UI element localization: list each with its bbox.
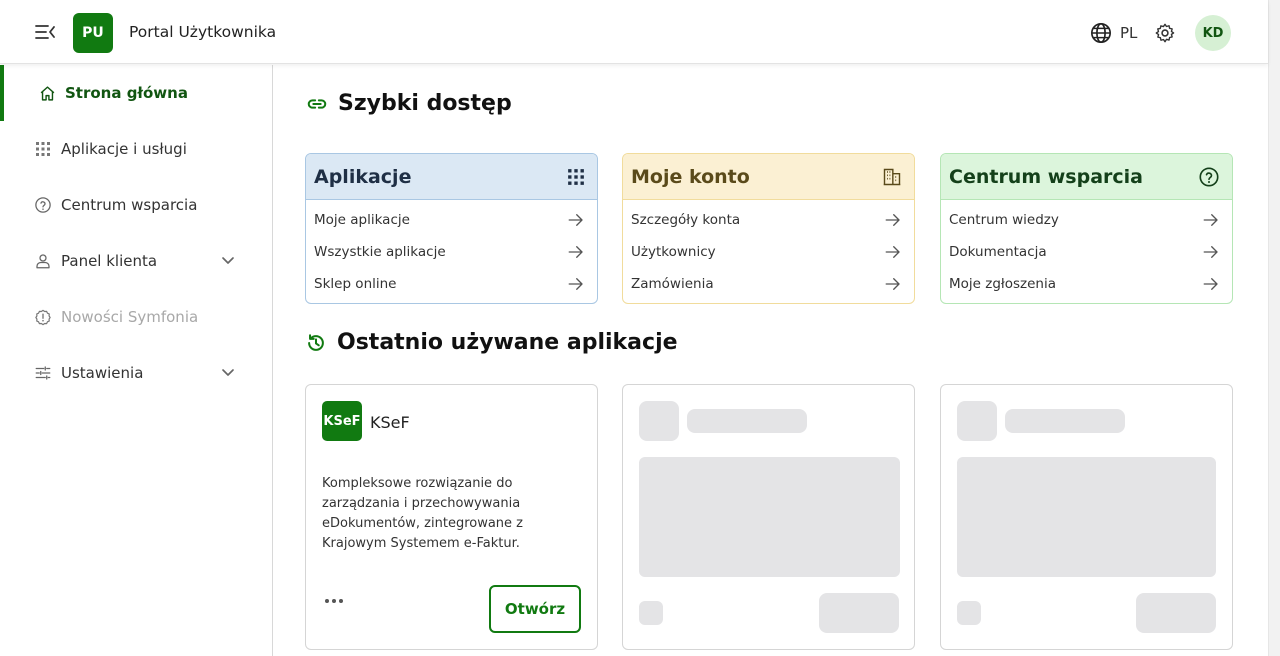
skeleton-menu (639, 601, 663, 625)
arrow-right-icon (1203, 214, 1218, 226)
top-bar: PU Portal Użytkownika PL KD (0, 0, 1268, 64)
arrow-right-icon (568, 214, 583, 226)
language-selector[interactable]: PL (1090, 22, 1137, 44)
sliders-icon (34, 364, 52, 382)
app-card-skeleton (622, 384, 915, 650)
quick-link-my-apps[interactable]: Moje aplikacje (306, 204, 597, 236)
quick-link-label: Dokumentacja (949, 244, 1047, 260)
user-avatar[interactable]: KD (1195, 15, 1231, 51)
quick-card-title: Centrum wsparcia (949, 165, 1143, 188)
sidebar-item-home[interactable]: Strona główna (0, 65, 272, 121)
language-label: PL (1120, 24, 1138, 42)
sidebar-item-label: Ustawienia (61, 364, 144, 382)
app-card-ksef: KSeF KSeF Kompleksowe rozwiązanie do zar… (305, 384, 598, 650)
sidebar-item-label: Aplikacje i usługi (61, 140, 187, 158)
sidebar-item-news[interactable]: Nowości Symfonia (0, 289, 272, 345)
sidebar-item-client-panel[interactable]: Panel klienta (0, 233, 272, 289)
help-circle-icon (1199, 166, 1219, 187)
link-icon (307, 98, 327, 109)
arrow-right-icon (1203, 278, 1218, 290)
user-icon (34, 252, 52, 270)
section-title: Ostatnio używane aplikacje (337, 330, 678, 355)
sidebar-item-label: Panel klienta (61, 252, 158, 270)
chevron-down-icon[interactable] (220, 364, 236, 380)
skeleton-button (819, 593, 899, 633)
sidebar-item-support[interactable]: Centrum wsparcia (0, 177, 272, 233)
recent-apps-heading: Ostatnio używane aplikacje (305, 330, 678, 355)
quick-link-label: Moje aplikacje (314, 212, 410, 228)
quick-link-orders[interactable]: Zamówienia (623, 268, 914, 300)
grid-icon (34, 140, 52, 158)
help-circle-icon (34, 196, 52, 214)
quick-link-label: Szczegóły konta (631, 212, 741, 228)
sidebar-item-settings[interactable]: Ustawienia (0, 345, 272, 401)
arrow-right-icon (885, 246, 900, 258)
quick-card-header: Moje konto (623, 154, 914, 200)
skeleton-title (687, 409, 807, 433)
quick-link-all-apps[interactable]: Wszystkie aplikacje (306, 236, 597, 268)
quick-link-label: Sklep online (314, 276, 397, 292)
sidebar-item-label: Centrum wsparcia (61, 196, 198, 214)
quick-link-my-tickets[interactable]: Moje zgłoszenia (941, 268, 1232, 300)
history-icon (308, 333, 324, 351)
arrow-right-icon (885, 214, 900, 226)
arrow-right-icon (568, 246, 583, 258)
quick-card-title: Moje konto (631, 165, 750, 188)
open-app-button[interactable]: Otwórz (489, 585, 581, 633)
arrow-right-icon (1203, 246, 1218, 258)
quick-link-documentation[interactable]: Dokumentacja (941, 236, 1232, 268)
quick-link-label: Wszystkie aplikacje (314, 244, 446, 260)
section-title: Szybki dostęp (338, 91, 512, 116)
skeleton-description (957, 457, 1216, 577)
skeleton-description (639, 457, 900, 577)
quick-card-account: Moje konto Szczegóły konta Użytkownicy Z… (622, 153, 915, 304)
building-icon (883, 168, 901, 185)
quick-link-knowledge-base[interactable]: Centrum wiedzy (941, 204, 1232, 236)
quick-card-header: Centrum wsparcia (941, 154, 1232, 200)
app-logo: KSeF (322, 401, 362, 441)
grid-icon (568, 168, 584, 185)
quick-link-label: Zamówienia (631, 276, 714, 292)
sidebar-item-label: Strona główna (65, 84, 188, 102)
quick-card-apps: Aplikacje Moje aplikacje Wszystkie aplik… (305, 153, 598, 304)
arrow-right-icon (568, 278, 583, 290)
quick-link-online-shop[interactable]: Sklep online (306, 268, 597, 300)
globe-icon (1091, 23, 1111, 43)
chevron-down-icon[interactable] (220, 252, 236, 268)
sidebar-item-apps[interactable]: Aplikacje i usługi (0, 121, 272, 177)
app-name: KSeF (370, 413, 410, 432)
app-card-skeleton (940, 384, 1233, 650)
app-description: Kompleksowe rozwiązanie do zarządzania i… (322, 476, 524, 551)
arrow-right-icon (885, 278, 900, 290)
skeleton-button (1136, 593, 1216, 633)
quick-link-users[interactable]: Użytkownicy (623, 236, 914, 268)
skeleton-logo (957, 401, 997, 441)
home-icon (38, 84, 56, 102)
more-options-icon[interactable] (324, 597, 344, 605)
sidebar-item-label: Nowości Symfonia (61, 308, 199, 326)
quick-link-account-details[interactable]: Szczegóły konta (623, 204, 914, 236)
sidebar: Strona główna Aplikacje i usługi Centrum… (0, 65, 273, 656)
quick-card-title: Aplikacje (314, 165, 412, 188)
quick-card-header: Aplikacje (306, 154, 597, 200)
gear-icon[interactable] (1154, 22, 1176, 44)
quick-link-label: Centrum wiedzy (949, 212, 1059, 228)
skeleton-title (1005, 409, 1125, 433)
quick-link-label: Moje zgłoszenia (949, 276, 1057, 292)
menu-collapse-icon[interactable] (34, 22, 56, 42)
skeleton-logo (639, 401, 679, 441)
skeleton-menu (957, 601, 981, 625)
quick-link-label: Użytkownicy (631, 244, 716, 260)
quick-access-heading: Szybki dostęp (306, 91, 512, 116)
quick-card-support: Centrum wsparcia Centrum wiedzy Dokument… (940, 153, 1233, 304)
app-title: Portal Użytkownika (129, 23, 277, 41)
scrollbar[interactable] (1268, 0, 1280, 656)
alert-circle-icon (34, 308, 52, 326)
app-logo[interactable]: PU (73, 13, 113, 53)
